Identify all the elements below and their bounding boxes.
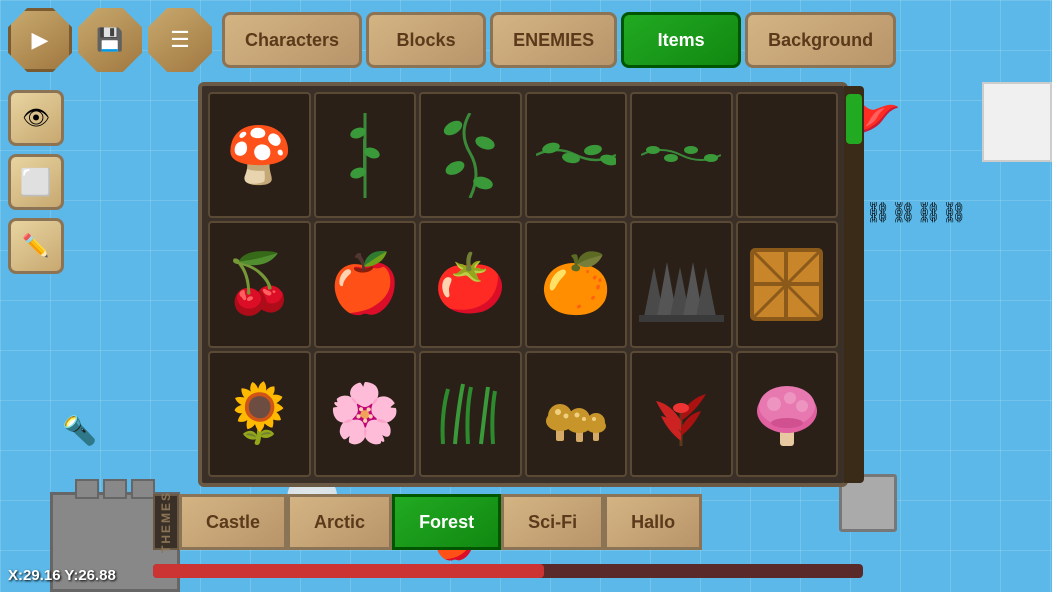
pencil-icon: ✏️ bbox=[22, 233, 49, 259]
play-button[interactable]: ▶ bbox=[8, 8, 72, 72]
theme-tab-castle[interactable]: Castle bbox=[179, 494, 287, 550]
eraser-tool-button[interactable]: ⬜ bbox=[8, 154, 64, 210]
scroll-progress-fill bbox=[153, 564, 544, 578]
theme-tab-scifi[interactable]: Sci-Fi bbox=[501, 494, 604, 550]
vine-branch-svg bbox=[443, 113, 498, 198]
apple-red-icon: 🍎 bbox=[329, 250, 401, 318]
orange-icon: 🍊 bbox=[540, 250, 612, 318]
item-cell-red-plant[interactable] bbox=[630, 351, 733, 477]
item-cell-crate[interactable] bbox=[736, 221, 839, 347]
item-cell-pink-mushroom[interactable] bbox=[736, 351, 839, 477]
item-cell-vine3[interactable] bbox=[525, 92, 628, 218]
tomato-icon: 🍅 bbox=[434, 250, 506, 318]
items-panel: 🍄 | bbox=[198, 82, 848, 487]
item-cell-apple-red[interactable]: 🍎 bbox=[314, 221, 417, 347]
red-plant-svg bbox=[646, 376, 716, 451]
toolbar: ▶ 💾 ☰ Characters Blocks ENEMIES Items Ba… bbox=[0, 0, 1052, 80]
tab-blocks[interactable]: Blocks bbox=[366, 12, 486, 68]
coordinates-display: X:29.16 Y:26.88 bbox=[8, 567, 116, 584]
daisy-icon: 🌸 bbox=[329, 380, 401, 448]
vine-chain-svg bbox=[641, 140, 721, 170]
theme-tab-forest[interactable]: Forest bbox=[392, 494, 501, 550]
eye-icon: 👁 bbox=[22, 105, 50, 131]
item-cell-vine1[interactable]: | bbox=[314, 92, 417, 218]
menu-icon: ☰ bbox=[170, 27, 190, 53]
eye-tool-button[interactable]: 👁 bbox=[8, 90, 64, 146]
item-cell-tomato[interactable]: 🍅 bbox=[419, 221, 522, 347]
scrollbar-handle[interactable] bbox=[846, 94, 862, 144]
play-icon: ▶ bbox=[32, 27, 49, 53]
item-cell-mushroom-cluster[interactable] bbox=[525, 351, 628, 477]
item-cell-vine2[interactable] bbox=[419, 92, 522, 218]
scrollbar-track[interactable] bbox=[844, 86, 864, 483]
nav-tabs: Characters Blocks ENEMIES Items Backgrou… bbox=[222, 12, 896, 68]
item-cell-vine4[interactable] bbox=[630, 92, 733, 218]
white-preview-panel bbox=[982, 82, 1052, 162]
tab-enemies[interactable]: ENEMIES bbox=[490, 12, 617, 68]
scroll-progress-bar[interactable] bbox=[153, 564, 863, 578]
vine-stem-svg bbox=[350, 113, 380, 198]
mushroom-red-icon: 🍄 bbox=[225, 123, 293, 188]
vine-horizontal-svg bbox=[536, 140, 616, 170]
item-cell-spikes[interactable] bbox=[630, 221, 733, 347]
game-torch: 🔦 bbox=[62, 414, 97, 447]
items-grid: 🍄 | bbox=[202, 86, 844, 483]
tab-items[interactable]: Items bbox=[621, 12, 741, 68]
theme-tab-hallo[interactable]: Hallo bbox=[604, 494, 702, 550]
theme-tab-arctic[interactable]: Arctic bbox=[287, 494, 392, 550]
theme-bar: THEMES Castle Arctic Forest Sci-Fi Hallo bbox=[153, 494, 702, 550]
eraser-icon: ⬜ bbox=[20, 167, 52, 198]
spikes-svg bbox=[639, 247, 724, 322]
save-button[interactable]: 💾 bbox=[78, 8, 142, 72]
item-cell-sunflower[interactable]: 🌻 bbox=[208, 351, 311, 477]
pencil-tool-button[interactable]: ✏️ bbox=[8, 218, 64, 274]
left-tools: 👁 ⬜ ✏️ bbox=[8, 90, 64, 274]
menu-button[interactable]: ☰ bbox=[148, 8, 212, 72]
sunflower-icon: 🌻 bbox=[223, 380, 295, 448]
item-cell-empty1[interactable] bbox=[736, 92, 839, 218]
themes-label: THEMES bbox=[153, 494, 179, 550]
item-cell-mushroom[interactable]: 🍄 bbox=[208, 92, 311, 218]
item-cell-orange[interactable]: 🍊 bbox=[525, 221, 628, 347]
save-icon: 💾 bbox=[96, 27, 123, 53]
tab-characters[interactable]: Characters bbox=[222, 12, 362, 68]
item-cell-daisy[interactable]: 🌸 bbox=[314, 351, 417, 477]
tab-background[interactable]: Background bbox=[745, 12, 896, 68]
item-cell-cherry[interactable]: 🍒 bbox=[208, 221, 311, 347]
crate-svg bbox=[749, 247, 824, 322]
cherry-icon: 🍒 bbox=[223, 250, 295, 318]
pink-mushroom-svg bbox=[752, 376, 822, 451]
mushroom-cluster-svg bbox=[538, 376, 613, 451]
item-cell-grass[interactable] bbox=[419, 351, 522, 477]
grass-svg bbox=[433, 379, 508, 449]
